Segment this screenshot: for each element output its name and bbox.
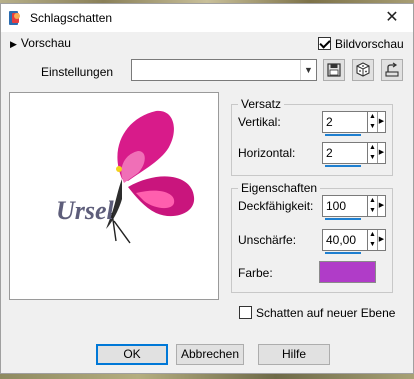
help-button[interactable]: Hilfe — [258, 344, 330, 365]
image-preview-label: Bildvorschau — [335, 37, 404, 51]
settings-label: Einstellungen — [41, 65, 114, 79]
shadow-color-swatch[interactable] — [319, 261, 376, 283]
shadow-layer-checkbox[interactable] — [239, 306, 252, 319]
dice-icon — [356, 62, 370, 77]
spin-down-icon[interactable]: ▼ — [368, 122, 377, 132]
offset-group-title: Versatz — [238, 97, 285, 111]
close-icon: ✕ — [385, 9, 399, 26]
vertical-spinner[interactable]: ▲ ▼ ▶ — [367, 111, 386, 133]
opacity-label: Deckfähigkeit: — [238, 199, 314, 213]
spin-slider-icon[interactable]: ▶ — [377, 143, 385, 163]
close-button[interactable]: ✕ — [371, 4, 413, 32]
blur-spinner[interactable]: ▲ ▼ ▶ — [367, 229, 386, 251]
randomize-button[interactable] — [352, 59, 374, 81]
title-bar[interactable]: Schlagschatten ✕ — [1, 4, 413, 32]
vertical-label: Vertikal: — [238, 115, 281, 129]
horizontal-input[interactable]: 2 — [322, 142, 368, 167]
vertical-input[interactable]: 2 — [322, 111, 368, 136]
ok-button[interactable]: OK — [96, 344, 168, 365]
spin-up-icon[interactable]: ▲ — [368, 196, 377, 206]
preview-toggle[interactable]: ▶ Vorschau — [10, 36, 71, 50]
settings-combobox[interactable]: ▼ — [131, 59, 317, 81]
reset-button[interactable] — [381, 59, 403, 81]
color-label: Farbe: — [238, 266, 273, 280]
opacity-input[interactable]: 100 — [322, 195, 368, 220]
cancel-button[interactable]: Abbrechen — [176, 344, 244, 365]
horizontal-label: Horizontal: — [238, 146, 296, 160]
expand-triangle-icon: ▶ — [10, 39, 17, 49]
spin-up-icon[interactable]: ▲ — [368, 112, 377, 122]
spin-down-icon[interactable]: ▼ — [368, 240, 377, 250]
spin-slider-icon[interactable]: ▶ — [377, 196, 385, 216]
reset-icon — [385, 62, 399, 77]
opacity-spinner[interactable]: ▲ ▼ ▶ — [367, 195, 386, 217]
blur-label: Unschärfe: — [238, 233, 297, 247]
spin-up-icon[interactable]: ▲ — [368, 230, 377, 240]
horizontal-spinner[interactable]: ▲ ▼ ▶ — [367, 142, 386, 164]
preview-panel: Ursel — [9, 92, 219, 300]
image-preview-checkbox[interactable] — [318, 37, 331, 50]
save-icon — [327, 63, 341, 77]
signature-text: Ursel — [56, 196, 115, 225]
app-icon — [9, 11, 20, 25]
spin-slider-icon[interactable]: ▶ — [377, 112, 385, 132]
window-title: Schlagschatten — [30, 11, 113, 25]
spin-down-icon[interactable]: ▼ — [368, 206, 377, 216]
spin-up-icon[interactable]: ▲ — [368, 143, 377, 153]
blur-input[interactable]: 40,00 — [322, 229, 368, 254]
spin-slider-icon[interactable]: ▶ — [377, 230, 385, 250]
chevron-down-icon[interactable]: ▼ — [300, 60, 316, 80]
properties-group-title: Eigenschaften — [238, 181, 321, 195]
preview-toggle-label: Vorschau — [20, 36, 71, 50]
shadow-layer-label: Schatten auf neuer Ebene — [256, 306, 396, 320]
save-preset-button[interactable] — [323, 59, 345, 81]
preview-image: Ursel — [56, 110, 195, 244]
background-strip-bottom — [0, 374, 414, 379]
spin-down-icon[interactable]: ▼ — [368, 153, 377, 163]
